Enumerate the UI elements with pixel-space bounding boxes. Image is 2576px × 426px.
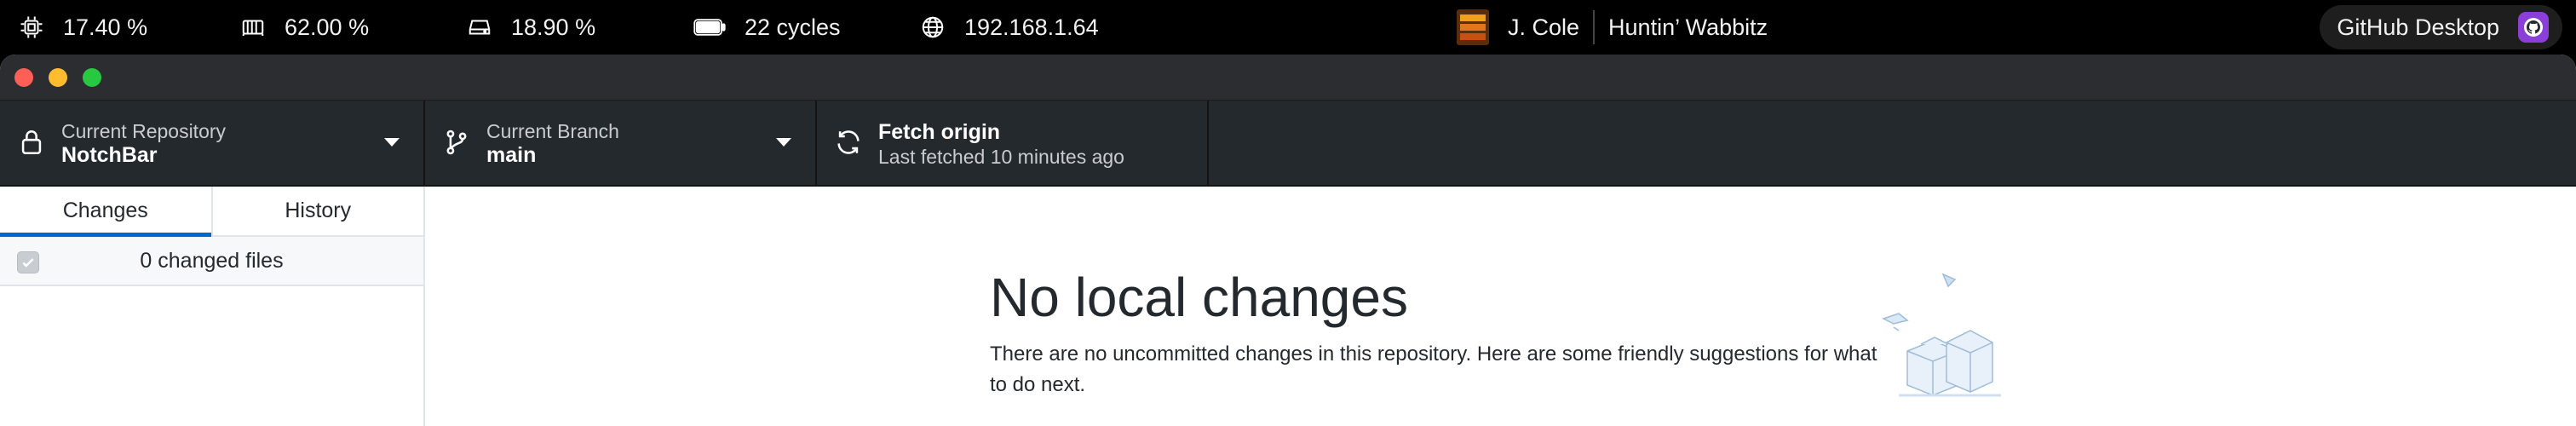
- app-indicator[interactable]: GitHub Desktop: [2320, 5, 2562, 49]
- current-repository-button[interactable]: Current Repository NotchBar: [0, 101, 425, 187]
- memory-stat[interactable]: 62.00 %: [240, 0, 369, 55]
- last-fetched-text: Last fetched 10 minutes ago: [878, 146, 1124, 168]
- app-name: GitHub Desktop: [2337, 14, 2499, 40]
- repository-label: Current Repository: [61, 120, 227, 142]
- menubar: 17.40 % 62.00 % 18.90 % 22 cycles 192.16…: [0, 0, 2576, 55]
- network-stat[interactable]: 192.168.1.64: [920, 0, 1099, 55]
- battery-value: 22 cycles: [745, 14, 841, 40]
- main-panel: No local changes There are no uncommitte…: [425, 187, 2576, 426]
- cpu-icon: [19, 14, 44, 40]
- track-name: Huntin’ Wabbitz: [1608, 14, 1768, 40]
- battery-icon: [693, 14, 726, 40]
- changed-files-count: 0 changed files: [140, 248, 284, 273]
- blank-slate-title: No local changes: [990, 267, 1408, 328]
- branch-icon: [442, 128, 471, 157]
- tab-changes[interactable]: Changes: [0, 187, 211, 237]
- fetch-label: Fetch origin: [878, 120, 1001, 144]
- disk-value: 18.90 %: [511, 14, 596, 40]
- album-art-icon: [1457, 9, 1489, 45]
- disk-icon: [467, 14, 492, 40]
- chevron-down-icon: [384, 138, 400, 147]
- artist-name: J. Cole: [1508, 14, 1580, 40]
- cpu-value: 17.40 %: [63, 14, 148, 40]
- memory-icon: [240, 14, 266, 40]
- battery-stat[interactable]: 22 cycles: [693, 0, 841, 55]
- separator: [1593, 10, 1596, 44]
- repository-name: NotchBar: [61, 143, 158, 167]
- branch-name: main: [486, 143, 537, 167]
- globe-icon: [920, 14, 946, 40]
- minimize-window-button[interactable]: [49, 68, 67, 87]
- title-bar[interactable]: [0, 55, 2576, 101]
- sidebar: Changes History 0 changed files: [0, 187, 425, 426]
- sidebar-tabs: Changes History: [0, 187, 423, 237]
- empty-boxes-illustration: [1882, 273, 2001, 397]
- changes-header: 0 changed files: [0, 237, 423, 286]
- now-playing[interactable]: J. Cole Huntin’ Wabbitz: [1457, 0, 1768, 55]
- fetch-origin-button[interactable]: Fetch origin Last fetched 10 minutes ago: [817, 101, 1209, 187]
- branch-label: Current Branch: [486, 120, 619, 142]
- chevron-down-icon: [776, 138, 791, 147]
- select-all-checkbox[interactable]: [17, 251, 39, 273]
- memory-value: 62.00 %: [285, 14, 370, 40]
- current-branch-button[interactable]: Current Branch main: [425, 101, 817, 187]
- toolbar: Current Repository NotchBar Current Bran…: [0, 101, 2576, 187]
- disk-stat[interactable]: 18.90 %: [467, 0, 595, 55]
- blank-slate-description: There are no uncommitted changes in this…: [990, 343, 1877, 396]
- close-window-button[interactable]: [14, 68, 33, 87]
- github-icon: [2518, 12, 2549, 43]
- tab-history[interactable]: History: [210, 187, 424, 235]
- ip-value: 192.168.1.64: [964, 14, 1099, 40]
- app-window: Current Repository NotchBar Current Bran…: [0, 55, 2576, 426]
- cpu-stat[interactable]: 17.40 %: [19, 0, 147, 55]
- maximize-window-button[interactable]: [83, 68, 101, 87]
- sync-icon: [834, 128, 863, 157]
- lock-icon: [17, 128, 46, 157]
